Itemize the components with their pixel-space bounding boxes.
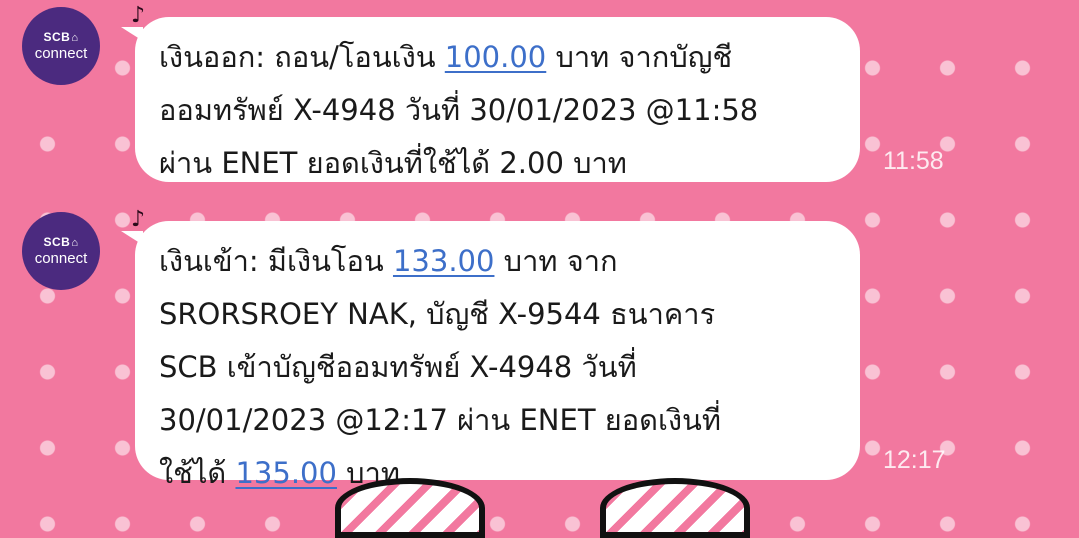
message-text: ออมทรัพย์ X-4948 วันที่ 30/01/2023 @11:5…: [159, 93, 759, 127]
message-text: บาท จาก: [494, 244, 618, 278]
message-line: เงินออก: ถอน/โอนเงิน 100.00 บาท จากบัญชี: [159, 31, 836, 84]
message-time: 12:17: [883, 446, 946, 474]
message-line: เงินเข้า: มีเงินโอน 133.00 บาท จาก: [159, 235, 836, 288]
message-line: SCB เข้าบัญชีออมทรัพย์ X-4948 วันที่: [159, 341, 836, 394]
wallpaper-decoration: [600, 478, 750, 538]
amount-link[interactable]: 100.00: [445, 40, 546, 74]
message-text: ใช้ได้: [159, 456, 236, 490]
message-text: บาท จากบัญชี: [546, 40, 733, 74]
message-line: ออมทรัพย์ X-4948 วันที่ 30/01/2023 @11:5…: [159, 84, 836, 137]
message-line: SRORSROEY NAK, บัญชี X-9544 ธนาคาร: [159, 288, 836, 341]
message-bubble[interactable]: ♪ เงินเข้า: มีเงินโอน 133.00 บาท จาก SRO…: [121, 209, 860, 490]
amount-link[interactable]: 135.00: [235, 456, 336, 490]
message-text: 30/01/2023 @12:17 ผ่าน ENET ยอดเงินที่: [159, 403, 722, 437]
message-text: SCB เข้าบัญชีออมทรัพย์ X-4948 วันที่: [159, 350, 637, 384]
amount-link[interactable]: 133.00: [393, 244, 494, 278]
message-text: เงินออก: ถอน/โอนเงิน: [159, 40, 445, 74]
message-text: SRORSROEY NAK, บัญชี X-9544 ธนาคาร: [159, 297, 716, 331]
wallpaper-decoration: [335, 478, 485, 538]
message-time: 11:58: [883, 147, 944, 175]
avatar-brand: SCB: [43, 235, 71, 249]
music-note-icon: ♪: [131, 3, 146, 28]
avatar[interactable]: SCB⌂ connect: [22, 7, 100, 85]
avatar-label: connect: [34, 45, 88, 62]
avatar[interactable]: SCB⌂ connect: [22, 212, 100, 290]
message-line: 30/01/2023 @12:17 ผ่าน ENET ยอดเงินที่: [159, 394, 836, 447]
avatar-label: connect: [34, 250, 88, 267]
message-text: ผ่าน ENET ยอดเงินที่ใช้ได้ 2.00 บาท: [159, 146, 627, 180]
message-line: ผ่าน ENET ยอดเงินที่ใช้ได้ 2.00 บาท: [159, 137, 836, 190]
message-text: เงินเข้า: มีเงินโอน: [159, 244, 393, 278]
home-outline-icon: ⌂: [71, 32, 79, 44]
avatar-brand: SCB: [43, 30, 71, 44]
home-outline-icon: ⌂: [71, 237, 79, 249]
music-note-icon: ♪: [131, 207, 146, 232]
message-bubble[interactable]: ♪ เงินออก: ถอน/โอนเงิน 100.00 บาท จากบัญ…: [121, 5, 860, 182]
